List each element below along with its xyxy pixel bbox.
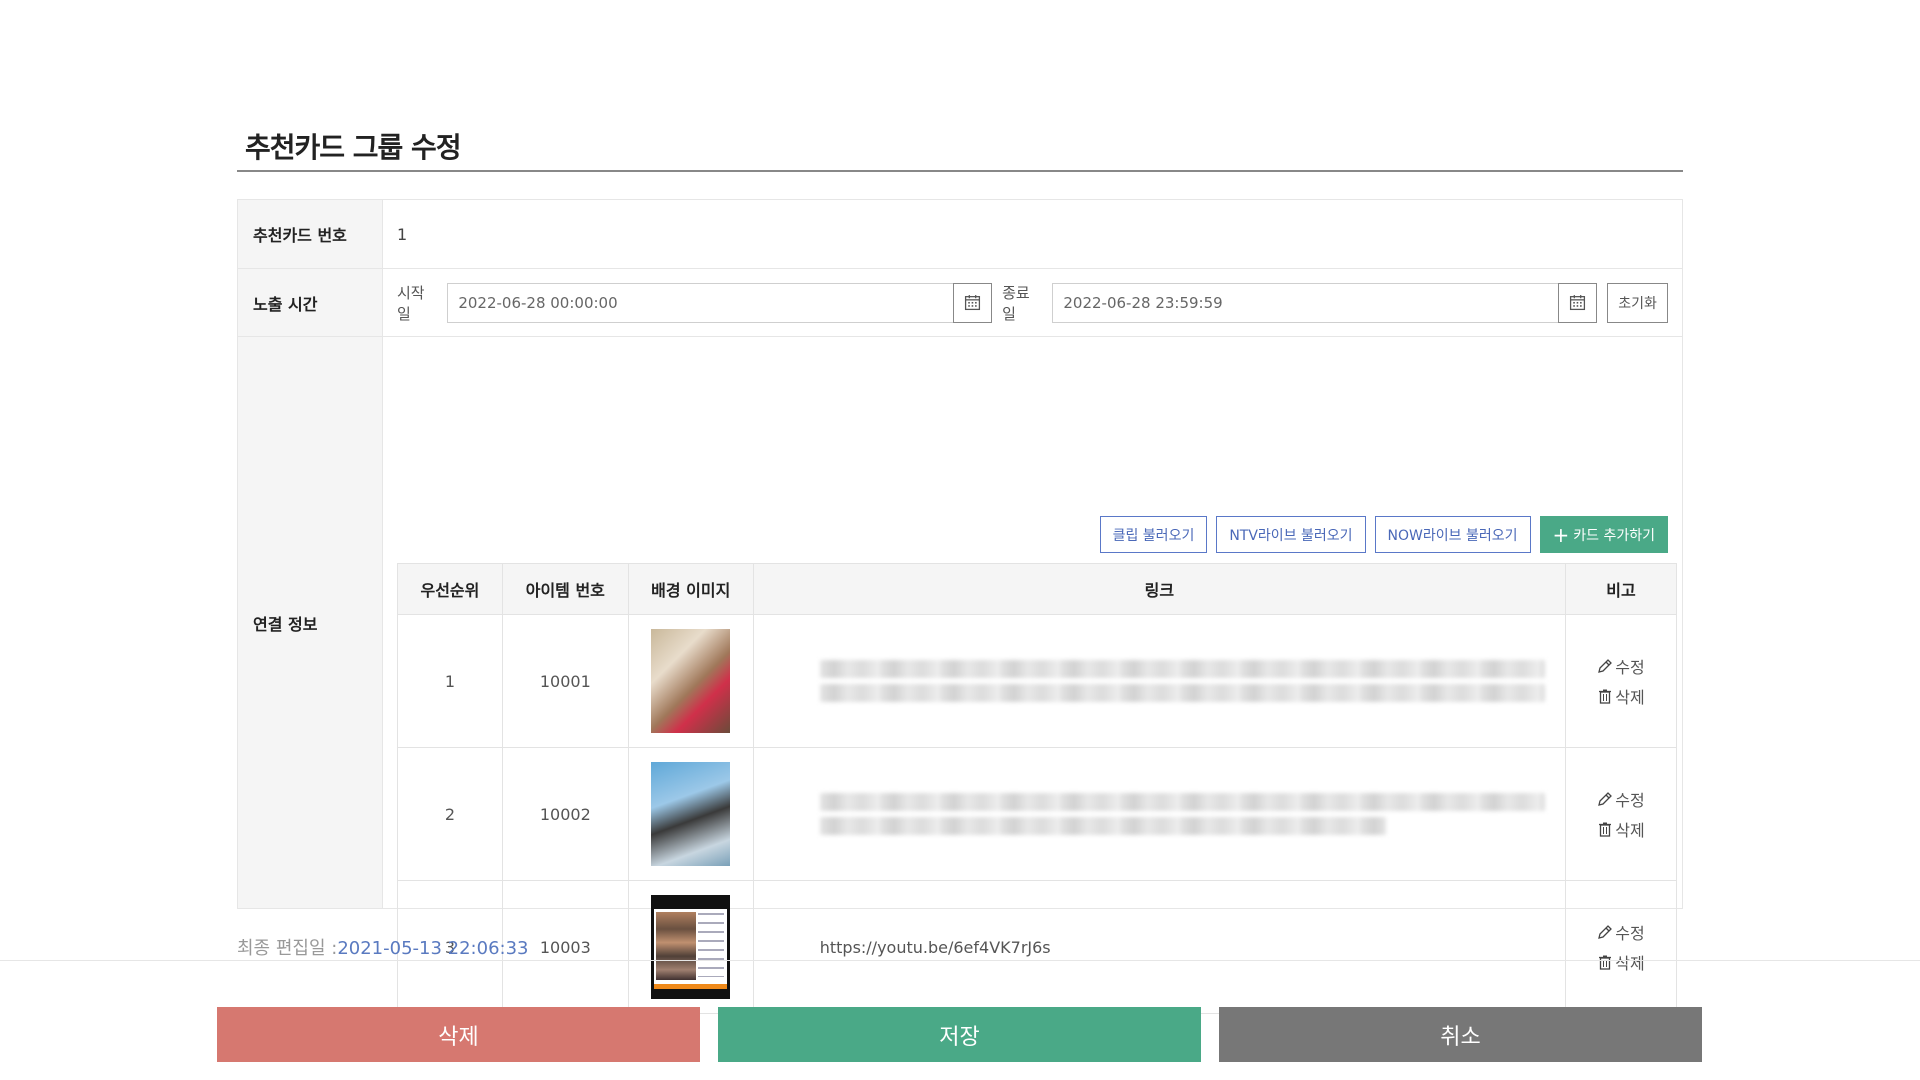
card-number-value: 1 (397, 224, 408, 244)
delete-action[interactable]: 삭제 (1566, 818, 1676, 840)
cancel-button[interactable]: 취소 (1219, 1007, 1702, 1062)
save-button[interactable]: 저장 (718, 1007, 1201, 1062)
row-link-cell (752, 614, 1567, 748)
link-text[interactable]: https://youtu.be/6ef4VK7rJ6s (820, 938, 1051, 957)
table-row: 1 10001 수정 삭제 (397, 614, 1677, 748)
page-title: 추천카드 그룹 수정 (245, 131, 462, 164)
plus-icon: + (1552, 522, 1570, 547)
blurred-link (819, 684, 1546, 702)
form-row-time: 노출 시간 시작일 종료일 초기화 (238, 269, 1682, 337)
header-note: 비고 (1565, 563, 1677, 615)
edit-label: 수정 (1615, 791, 1645, 810)
delete-label: 삭제 (1615, 688, 1645, 707)
pencil-icon (1598, 792, 1613, 806)
last-updated-date: 2021-05-13 22:06:33 (337, 938, 529, 959)
link-info-area: 클립 불러오기 NTV라이브 불러오기 NOW라이브 불러오기 + 카드 추가하기… (383, 337, 1682, 1014)
load-clip-button[interactable]: 클립 불러오기 (1099, 516, 1208, 553)
link-info-label: 연결 정보 (238, 337, 383, 908)
end-date-label: 종료일 (1002, 283, 1030, 323)
form-row-link: 연결 정보 클립 불러오기 NTV라이브 불러오기 NOW라이브 불러오기 + 카… (238, 337, 1682, 1014)
row-note-cell: 수정 삭제 (1565, 747, 1677, 881)
row-link-cell: https://youtu.be/6ef4VK7rJ6s (752, 880, 1567, 1014)
form-row-number: 추천카드 번호 1 (238, 200, 1682, 269)
blurred-link (819, 817, 1387, 835)
load-ntv-live-button[interactable]: NTV라이브 불러오기 (1216, 516, 1366, 553)
trash-icon (1599, 822, 1612, 837)
row-item-number: 10001 (501, 614, 629, 748)
end-calendar-button[interactable] (1558, 282, 1598, 323)
row-image-cell (627, 747, 754, 881)
pencil-icon (1598, 659, 1613, 673)
header-link: 링크 (752, 563, 1567, 615)
card-toolbar: 클립 불러오기 NTV라이브 불러오기 NOW라이브 불러오기 + 카드 추가하기 (1099, 516, 1668, 553)
table-row: 3 10003 https://youtu.be/6ef4VK7rJ6s 수정 … (397, 880, 1677, 1014)
start-date-input[interactable] (447, 282, 955, 323)
header-background-image: 배경 이미지 (627, 563, 754, 615)
row-image-cell (627, 614, 754, 748)
header-priority: 우선순위 (397, 563, 503, 615)
start-date-label: 시작일 (397, 283, 425, 323)
background-thumbnail[interactable] (651, 895, 731, 999)
edit-label: 수정 (1615, 924, 1645, 943)
header-item-number: 아이템 번호 (501, 563, 629, 615)
pencil-icon (1598, 925, 1613, 939)
end-date-input[interactable] (1052, 282, 1560, 323)
card-table: 우선순위 아이템 번호 배경 이미지 링크 비고 1 10001 수정 삭제 2… (397, 563, 1677, 1014)
exposure-time-label: 노출 시간 (238, 269, 383, 336)
background-thumbnail[interactable] (651, 629, 731, 733)
row-link-cell (752, 747, 1567, 881)
row-priority: 2 (397, 747, 503, 881)
last-updated: 최종 편집일 :2021-05-13 22:06:33 (237, 934, 528, 960)
row-item-number: 10002 (501, 747, 629, 881)
trash-icon (1599, 955, 1612, 970)
edit-action[interactable]: 수정 (1566, 788, 1676, 810)
delete-action[interactable]: 삭제 (1566, 685, 1676, 707)
background-thumbnail[interactable] (651, 762, 731, 866)
table-row: 2 10002 수정 삭제 (397, 747, 1677, 881)
edit-label: 수정 (1615, 658, 1645, 677)
delete-button[interactable]: 삭제 (217, 1007, 700, 1062)
start-calendar-button[interactable] (953, 282, 993, 323)
calendar-icon (1570, 295, 1586, 311)
edit-action[interactable]: 수정 (1566, 655, 1676, 677)
add-card-label: 카드 추가하기 (1573, 527, 1655, 544)
reset-button[interactable]: 초기화 (1607, 282, 1668, 323)
table-header-row: 우선순위 아이템 번호 배경 이미지 링크 비고 (397, 563, 1677, 615)
delete-action[interactable]: 삭제 (1566, 951, 1676, 973)
row-note-cell: 수정 삭제 (1565, 614, 1677, 748)
row-image-cell (627, 880, 754, 1014)
card-number-label: 추천카드 번호 (238, 200, 383, 268)
calendar-icon (965, 295, 981, 311)
add-card-button[interactable]: + 카드 추가하기 (1539, 516, 1668, 553)
delete-label: 삭제 (1615, 954, 1645, 973)
action-bar: 삭제 저장 취소 (217, 1007, 1702, 1062)
edit-form: 추천카드 번호 1 노출 시간 시작일 종료일 초기화 연결 정보 클립 불러오… (237, 199, 1683, 1014)
edit-action[interactable]: 수정 (1566, 921, 1676, 943)
blurred-link (819, 793, 1546, 811)
footer-divider (0, 960, 1920, 961)
title-divider (237, 170, 1683, 172)
last-updated-label: 최종 편집일 : (237, 938, 338, 959)
delete-label: 삭제 (1615, 821, 1645, 840)
row-priority: 1 (397, 614, 503, 748)
row-note-cell: 수정 삭제 (1565, 880, 1677, 1014)
load-now-live-button[interactable]: NOW라이브 불러오기 (1374, 516, 1531, 553)
trash-icon (1599, 689, 1612, 704)
exposure-time-value: 시작일 종료일 초기화 (383, 269, 1682, 336)
blurred-link (819, 660, 1546, 678)
